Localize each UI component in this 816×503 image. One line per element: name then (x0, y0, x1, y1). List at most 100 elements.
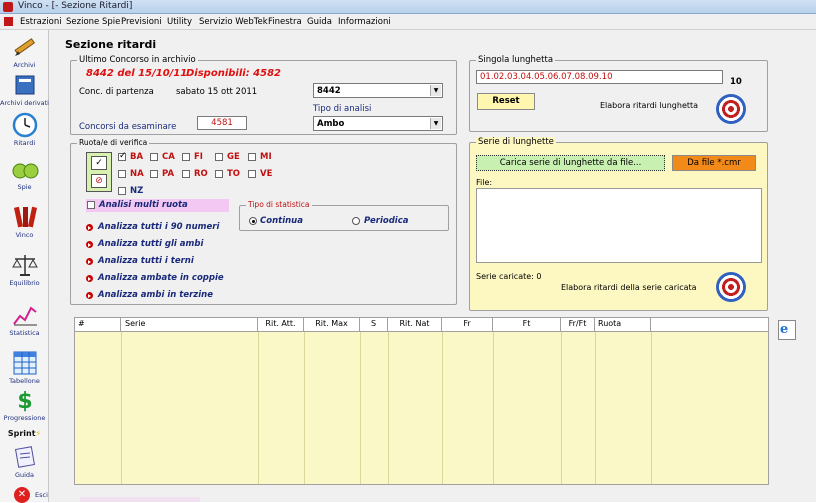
guide-icon (14, 446, 35, 468)
menu-guida[interactable]: Guida (307, 17, 332, 27)
menu-finestra[interactable]: Finestra (268, 17, 302, 27)
reset-button[interactable]: Reset (477, 93, 535, 110)
col-divider (388, 332, 389, 484)
menu-utility[interactable]: Utility (167, 17, 192, 27)
col-divider (651, 332, 652, 484)
carica-serie-button[interactable]: Carica serie di lunghette da file... (476, 155, 665, 171)
continua-radio[interactable] (249, 217, 257, 225)
col-ft[interactable]: Ft (493, 318, 561, 331)
menu-estrazioni[interactable]: Estrazioni (20, 17, 62, 27)
col-rit-att[interactable]: Rit. Att. (258, 318, 304, 331)
action-ambi[interactable]: Analizza tutti gli ambi (98, 239, 203, 249)
menu-informazioni[interactable]: Informazioni (338, 17, 391, 27)
sidebar-item-vinco[interactable]: Vinco (0, 204, 49, 239)
group-title: Singola lunghetta (476, 55, 556, 65)
book-icon (15, 75, 34, 95)
continua-label: Continua (260, 216, 303, 226)
ruota-na-checkbox[interactable] (118, 170, 126, 178)
multi-ruota-row[interactable]: Analisi multi ruota (86, 199, 229, 212)
periodica-radio[interactable] (352, 217, 360, 225)
group-title: Tipo di statistica (246, 200, 312, 209)
col-divider (493, 332, 494, 484)
col-rit-max[interactable]: Rit. Max (304, 318, 360, 331)
action-ambate-coppie[interactable]: Analizza ambate in coppie (98, 273, 224, 283)
ruota-fi-checkbox[interactable] (182, 153, 190, 161)
ruota-ro-checkbox[interactable] (182, 170, 190, 178)
ruota-ro-label: RO (194, 169, 208, 179)
ruota-pa-checkbox[interactable] (150, 170, 158, 178)
file-list[interactable] (476, 188, 762, 263)
sidebar-item-ritardi[interactable]: Ritardi (0, 112, 49, 147)
ruota-to-checkbox[interactable] (215, 170, 223, 178)
esaminare-input[interactable]: 4581 (197, 116, 247, 130)
results-table[interactable]: # Serie Rit. Att. Rit. Max S Rit. Nat Fr… (74, 317, 769, 485)
ruota-mi-label: MI (260, 152, 272, 162)
sidebar-label: Tabellone (9, 377, 40, 385)
ruota-ba-label: BA (130, 152, 144, 162)
action-90-numeri[interactable]: Analizza tutti i 90 numeri (98, 222, 219, 232)
ruota-ba-checkbox[interactable] (118, 151, 127, 161)
menu-bar: Estrazioni Sezione Spie Previsioni Utili… (0, 14, 816, 30)
sidebar-item-tabellone[interactable]: Tabellone (0, 350, 49, 385)
col-rit-nat[interactable]: Rit. Nat (388, 318, 442, 331)
sprint-icon: Sprint⚡ (7, 429, 42, 438)
ruota-mi-checkbox[interactable] (248, 153, 256, 161)
col-divider (442, 332, 443, 484)
target-icon[interactable] (716, 94, 746, 124)
action-terni[interactable]: Analizza tutti i terni (98, 256, 194, 266)
ruota-ge-checkbox[interactable] (215, 153, 223, 161)
chevron-down-icon[interactable]: ▼ (430, 118, 441, 129)
col-divider (360, 332, 361, 484)
disponibili: Disponibili: 4582 (186, 68, 282, 79)
elabora-lunghetta-label: Elabora ritardi lunghetta (600, 101, 699, 110)
sidebar-item-spie[interactable]: Spie (0, 156, 49, 191)
sidebar: Archivi Archivi derivati Ritardi Spie Vi… (0, 30, 49, 503)
table-icon (13, 351, 36, 375)
multi-ruota-label: Analisi multi ruota (99, 200, 188, 210)
ruota-ve-checkbox[interactable] (248, 170, 256, 178)
col-divider (304, 332, 305, 484)
col-index[interactable]: # (75, 318, 121, 331)
menu-app-icon[interactable] (4, 17, 13, 26)
sidebar-item-archivi[interactable]: Archivi (0, 34, 49, 69)
da-file-button[interactable]: Da file *.cmr (672, 155, 756, 171)
select-all-box: ✓ ⊘ (86, 152, 112, 192)
chevron-down-icon[interactable]: ▼ (430, 85, 441, 96)
dollar-icon: $ (17, 389, 32, 413)
sidebar-item-sprint[interactable]: Sprint⚡ (0, 425, 49, 438)
action-ambi-terzine[interactable]: Analizza ambi in terzine (98, 290, 213, 300)
ruota-pa-label: PA (162, 169, 175, 179)
uncheck-all-icon[interactable]: ⊘ (91, 174, 107, 188)
col-ruota[interactable]: Ruota (595, 318, 651, 331)
col-fr[interactable]: Fr (442, 318, 493, 331)
svg-text:$: $ (17, 389, 32, 413)
sidebar-item-progressione[interactable]: $ Progressione (0, 387, 49, 422)
esaminare-label: Concorsi da esaminare (79, 122, 177, 132)
window-title: Vinco - [- Sezione Ritardi] (18, 1, 133, 11)
vinco-icon (13, 206, 37, 228)
partenza-label: Conc. di partenza (79, 87, 154, 97)
export-ie-icon[interactable]: e (778, 320, 796, 340)
check-all-icon[interactable]: ✓ (91, 156, 107, 170)
menu-servizio-webtek[interactable]: Servizio WebTek (199, 17, 268, 27)
menu-previsioni[interactable]: Previsioni (121, 17, 162, 27)
sidebar-label: Equilibrio (9, 279, 40, 287)
col-s[interactable]: S (360, 318, 388, 331)
target-icon[interactable] (716, 272, 746, 302)
col-serie[interactable]: Serie (121, 318, 258, 331)
ruota-nz-checkbox[interactable] (118, 187, 126, 195)
tipo-select[interactable]: Ambo ▼ (313, 116, 443, 131)
menu-sezione-spie[interactable]: Sezione Spie (66, 17, 120, 27)
sidebar-item-archivi-derivati[interactable]: Archivi derivati (0, 72, 49, 107)
lunghetta-input[interactable]: 01.02.03.04.05.06.07.08.09.10 (476, 70, 723, 84)
ruota-ca-checkbox[interactable] (150, 153, 158, 161)
partenza-select[interactable]: 8442 ▼ (313, 83, 443, 98)
sidebar-item-statistica[interactable]: Statistica (0, 302, 49, 337)
col-fr-ft[interactable]: Fr/Ft (561, 318, 595, 331)
play-icon (86, 258, 93, 265)
chart-icon (12, 306, 37, 326)
sidebar-item-equilibrio[interactable]: Equilibrio (0, 252, 49, 287)
sidebar-item-guida[interactable]: Guida (0, 444, 49, 479)
multi-ruota-checkbox[interactable] (87, 201, 95, 209)
sidebar-label: Archivi derivati (0, 99, 49, 107)
